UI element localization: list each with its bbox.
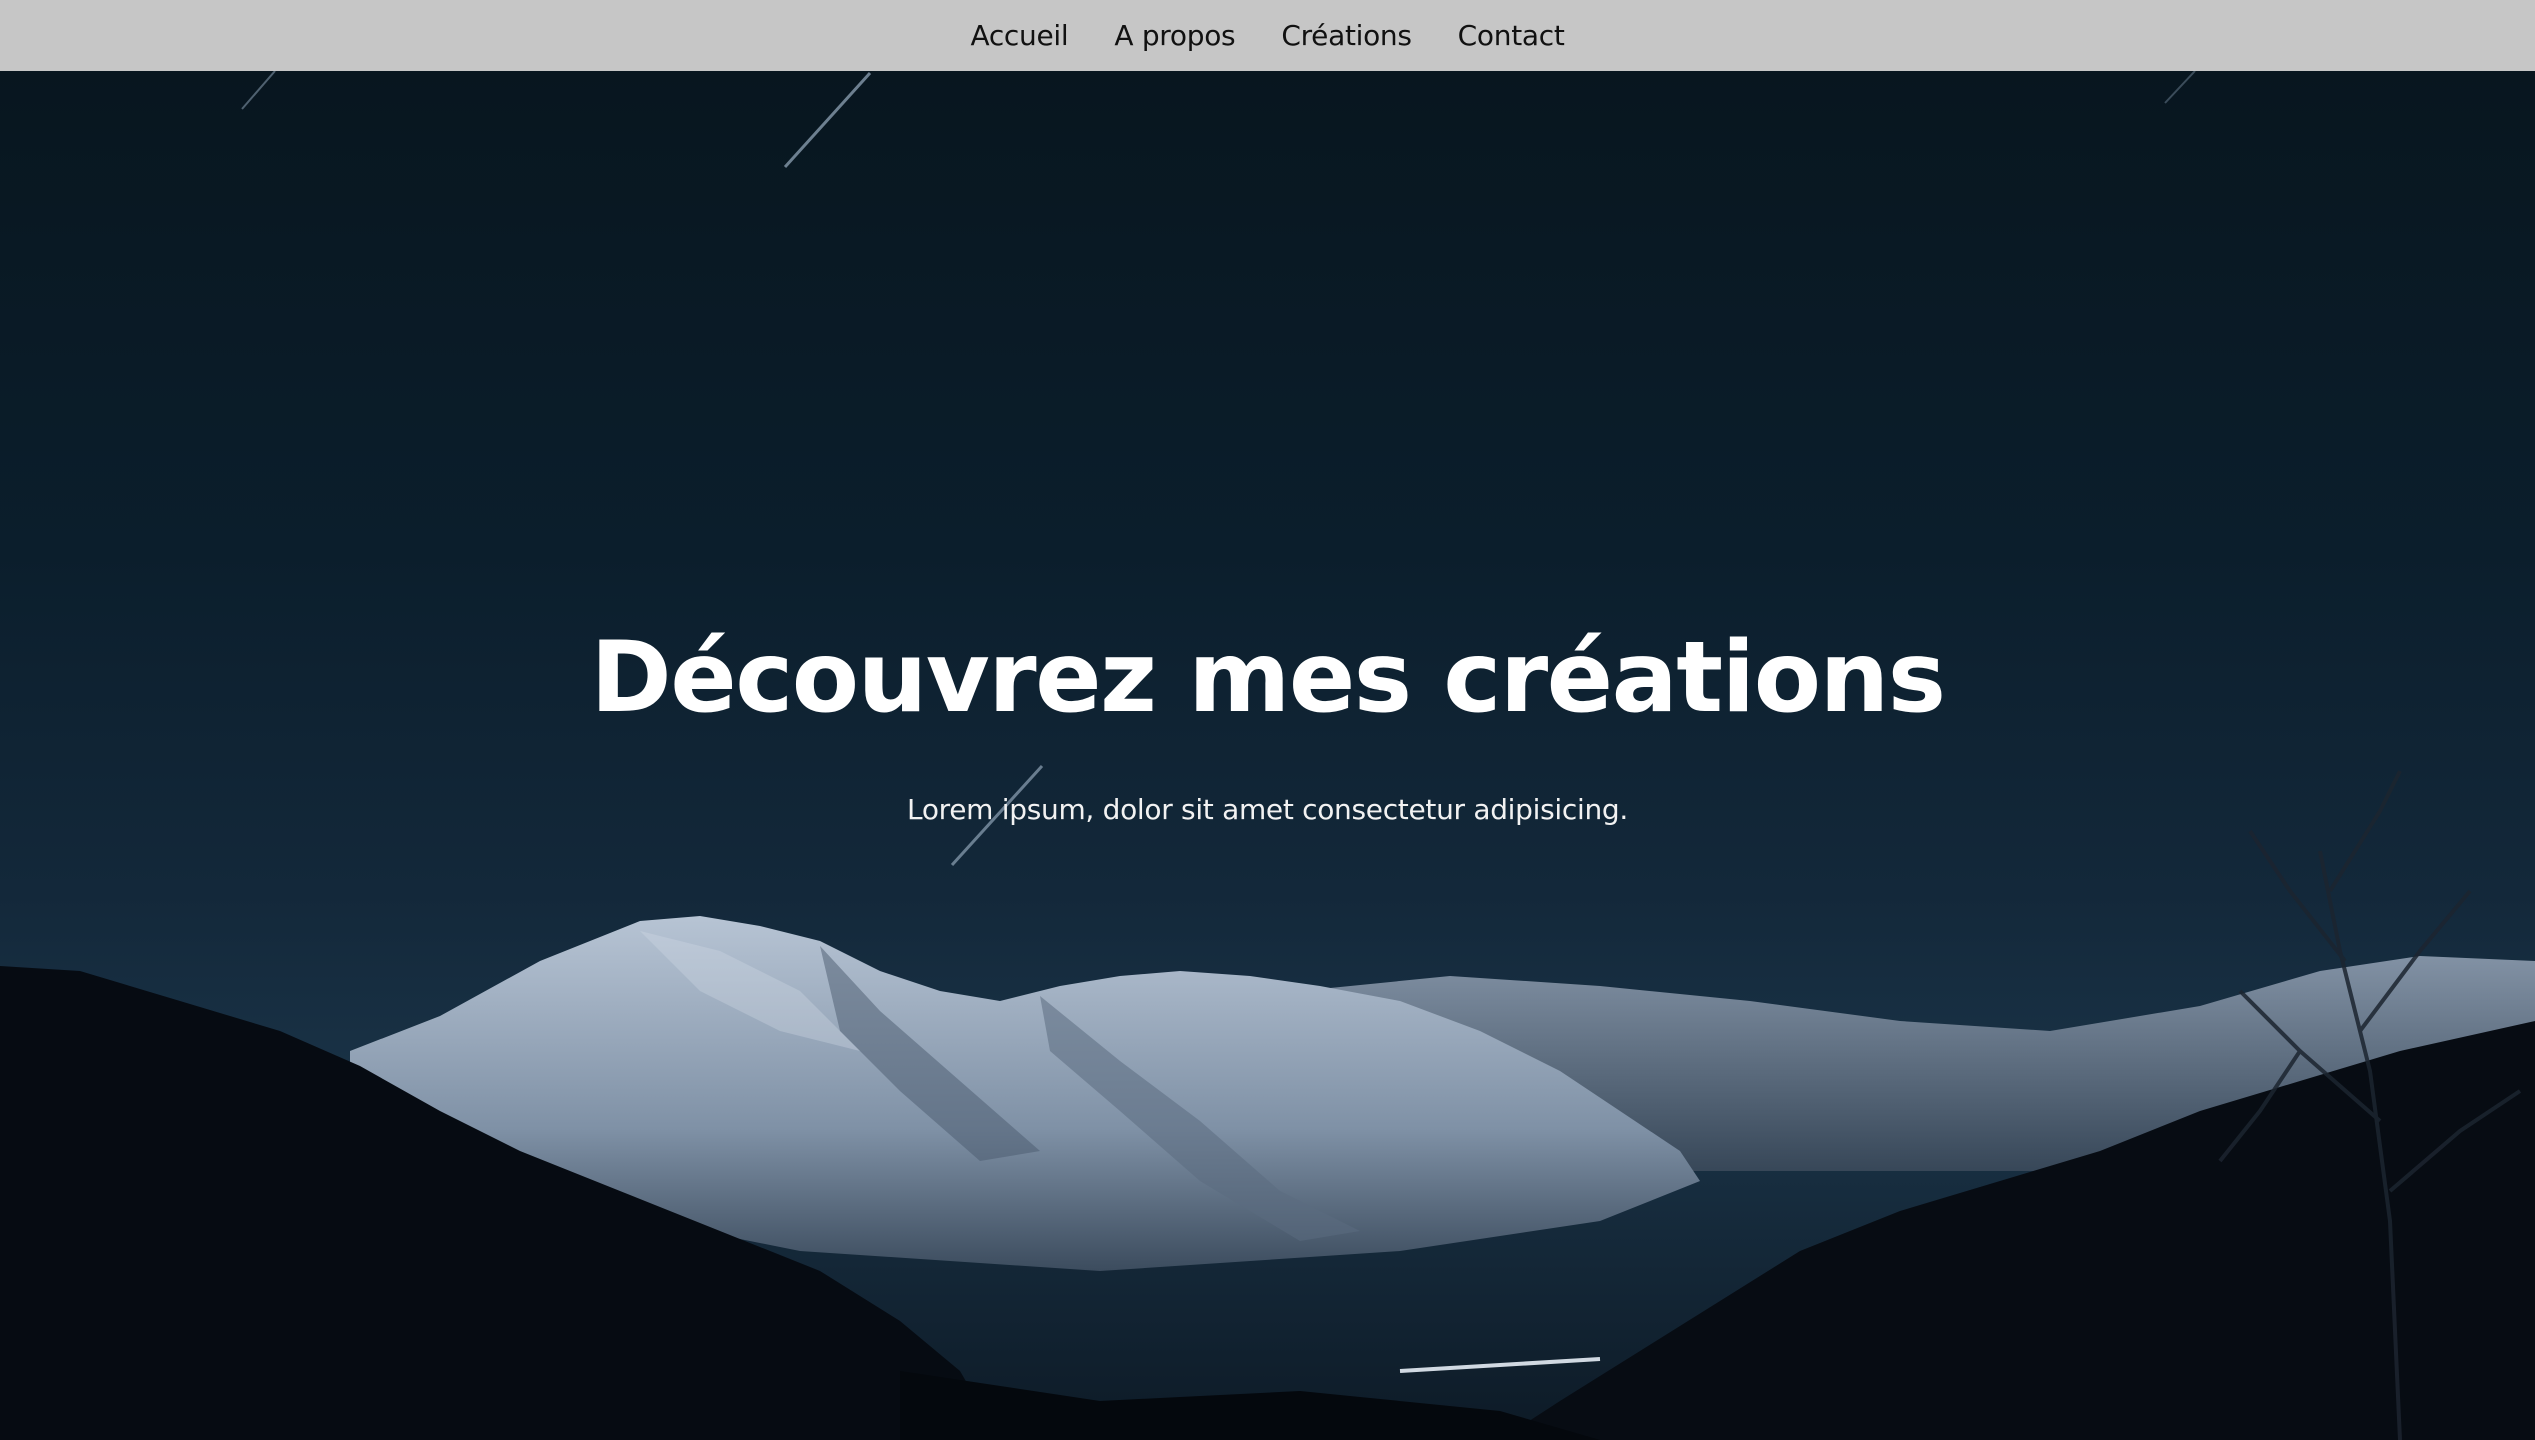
hero-subtitle: Lorem ipsum, dolor sit amet consectetur … bbox=[907, 793, 1628, 826]
nav-link-contact[interactable]: Contact bbox=[1458, 19, 1565, 52]
top-nav: Accueil A propos Créations Contact bbox=[0, 0, 2535, 71]
nav-link-a-propos[interactable]: A propos bbox=[1114, 19, 1235, 52]
hero-section: Découvrez mes créations Lorem ipsum, dol… bbox=[0, 71, 2535, 1440]
nav-link-accueil[interactable]: Accueil bbox=[970, 19, 1068, 52]
hero-content: Découvrez mes créations Lorem ipsum, dol… bbox=[0, 71, 2535, 1440]
hero-title: Découvrez mes créations bbox=[590, 621, 1946, 735]
nav-link-creations[interactable]: Créations bbox=[1281, 19, 1412, 52]
